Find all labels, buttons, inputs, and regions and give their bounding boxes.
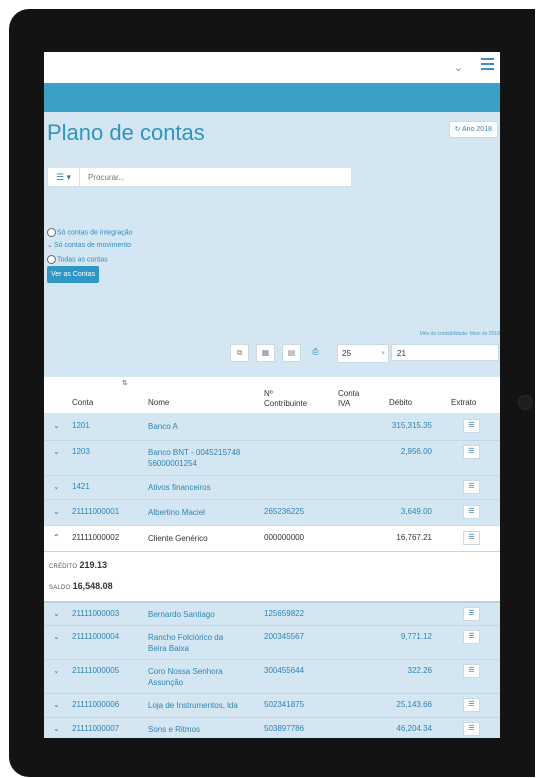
radio-checked-icon[interactable]: ⌄ xyxy=(47,241,53,251)
chevron-up-icon[interactable]: ⌃ xyxy=(53,533,60,542)
balance-value: 16,548.08 xyxy=(72,581,113,591)
statement-icon[interactable]: ☰ xyxy=(463,630,480,644)
col-debito[interactable]: Débito xyxy=(389,398,412,407)
chevron-down-icon[interactable]: ⌄ xyxy=(53,447,60,456)
page-title: Plano de contas xyxy=(47,120,205,145)
camera-icon xyxy=(518,395,533,410)
chevron-down-icon[interactable]: ⌄ xyxy=(53,421,60,430)
credit-value: 219.13 xyxy=(79,560,108,570)
statement-icon[interactable]: ☰ xyxy=(463,505,480,519)
table-row[interactable]: ⌄ 1421 Ativos financeiros ☰ xyxy=(44,476,500,500)
credit-line: CRÉDITO 219.13 xyxy=(49,560,108,570)
top-navbar: ⌄ xyxy=(44,52,500,83)
table-row[interactable]: ⌄ 1203 Banco BNT - 004521574856000001254… xyxy=(44,441,500,476)
statement-icon[interactable]: ☰ xyxy=(463,445,480,459)
show-accounts-button[interactable]: Ver as Contas xyxy=(47,266,99,283)
search-input[interactable] xyxy=(86,170,340,185)
filter-integracao[interactable]: Só contas de integração xyxy=(47,228,133,238)
row-detail: CRÉDITO 219.13 SALDO 16,548.08 xyxy=(44,552,500,603)
col-contribuinte[interactable]: Nº Contribuinte xyxy=(264,389,316,409)
chevron-down-icon: ▾ xyxy=(381,350,385,357)
filter-movimento[interactable]: ⌄Só contas de movimento xyxy=(47,241,131,251)
page-size-select[interactable]: 25 ▾ xyxy=(337,344,389,363)
chevron-down-icon[interactable]: ⌄ xyxy=(454,61,463,74)
search-box: ☰ ▾ xyxy=(47,167,352,187)
table-header: ⇅ Conta Nome Nº Contribuinte Conta IVA D… xyxy=(44,377,500,413)
radio-icon[interactable] xyxy=(47,228,56,237)
table-toolbar: ⧉ ▦ ▤ ⎙ 25 ▾ 21 xyxy=(44,344,500,363)
statement-icon[interactable]: ☰ xyxy=(463,664,480,678)
pdf-icon[interactable]: ▤ xyxy=(282,344,301,362)
list-icon: ☰ xyxy=(55,172,65,182)
statement-icon[interactable]: ☰ xyxy=(463,480,480,494)
table-row[interactable]: ⌄ 21111000007 Sons e Ritmos 503897786 46… xyxy=(44,718,500,738)
export-icon[interactable]: ⧉ xyxy=(230,344,249,362)
page-number-input[interactable]: 21 xyxy=(391,344,499,361)
chevron-down-icon[interactable]: ⌄ xyxy=(53,609,60,618)
chevron-down-icon[interactable]: ⌄ xyxy=(53,632,60,641)
col-extrato[interactable]: Extrato xyxy=(451,398,476,407)
app-screen: ⌄ Plano de contas ↻ Ano 2018 ☰ ▾ Só cont… xyxy=(44,52,500,738)
table-row[interactable]: ⌄ 21111000001 Albertino Maciel 265236225… xyxy=(44,500,500,526)
table-row[interactable]: ⌄ 21111000005 Coro Nossa Senhora Assunçã… xyxy=(44,660,500,694)
statement-icon[interactable]: ☰ xyxy=(463,722,480,736)
chevron-down-icon[interactable]: ⌄ xyxy=(53,724,60,733)
accounting-month-label: Mês da contabilidade: Maio de 2018 xyxy=(419,331,500,337)
statement-icon[interactable]: ☰ xyxy=(463,698,480,712)
sort-icon[interactable]: ⇅ xyxy=(122,379,128,387)
table-row[interactable]: ⌄ 21111000006 Loja de Instrumentos, lda … xyxy=(44,694,500,718)
excel-icon[interactable]: ▦ xyxy=(256,344,275,362)
refresh-icon: ↻ xyxy=(454,126,461,133)
year-button-label: Ano 2018 xyxy=(462,126,492,133)
statement-icon[interactable]: ☰ xyxy=(463,531,480,545)
col-nome[interactable]: Nome xyxy=(148,398,169,407)
chevron-down-icon[interactable]: ⌄ xyxy=(53,700,60,709)
caret-icon: ▾ xyxy=(66,172,72,182)
chevron-down-icon[interactable]: ⌄ xyxy=(53,482,60,491)
header-bar xyxy=(44,83,500,112)
radio-icon[interactable] xyxy=(47,255,56,264)
col-conta[interactable]: Conta xyxy=(72,398,93,407)
statement-icon[interactable]: ☰ xyxy=(463,607,480,621)
list-menu-button[interactable]: ☰ ▾ xyxy=(48,168,80,186)
hamburger-menu-icon[interactable] xyxy=(481,58,494,70)
table-row[interactable]: ⌄ 21111000004 Rancho Folclórico da Beira… xyxy=(44,626,500,660)
table-row[interactable]: ⌄ 21111000003 Bernardo Santiago 12565982… xyxy=(44,603,500,626)
table-row-expanded[interactable]: ⌃ 21111000002 Cliente Genérico 000000000… xyxy=(44,526,500,552)
statement-icon[interactable]: ☰ xyxy=(463,419,480,433)
chevron-down-icon[interactable]: ⌄ xyxy=(53,666,60,675)
year-button[interactable]: ↻ Ano 2018 xyxy=(448,121,498,138)
col-iva[interactable]: Conta IVA xyxy=(338,389,368,409)
filter-todas[interactable]: Todas as contas xyxy=(47,255,108,265)
balance-line: SALDO 16,548.08 xyxy=(49,581,113,591)
main-content: Plano de contas ↻ Ano 2018 ☰ ▾ Só contas… xyxy=(44,112,500,738)
table-row[interactable]: ⌄ 1201 Banco A 315,315.35 ☰ xyxy=(44,413,500,441)
print-icon[interactable]: ⎙ xyxy=(307,344,324,360)
chevron-down-icon[interactable]: ⌄ xyxy=(53,507,60,516)
accounts-table: ⇅ Conta Nome Nº Contribuinte Conta IVA D… xyxy=(44,377,500,738)
